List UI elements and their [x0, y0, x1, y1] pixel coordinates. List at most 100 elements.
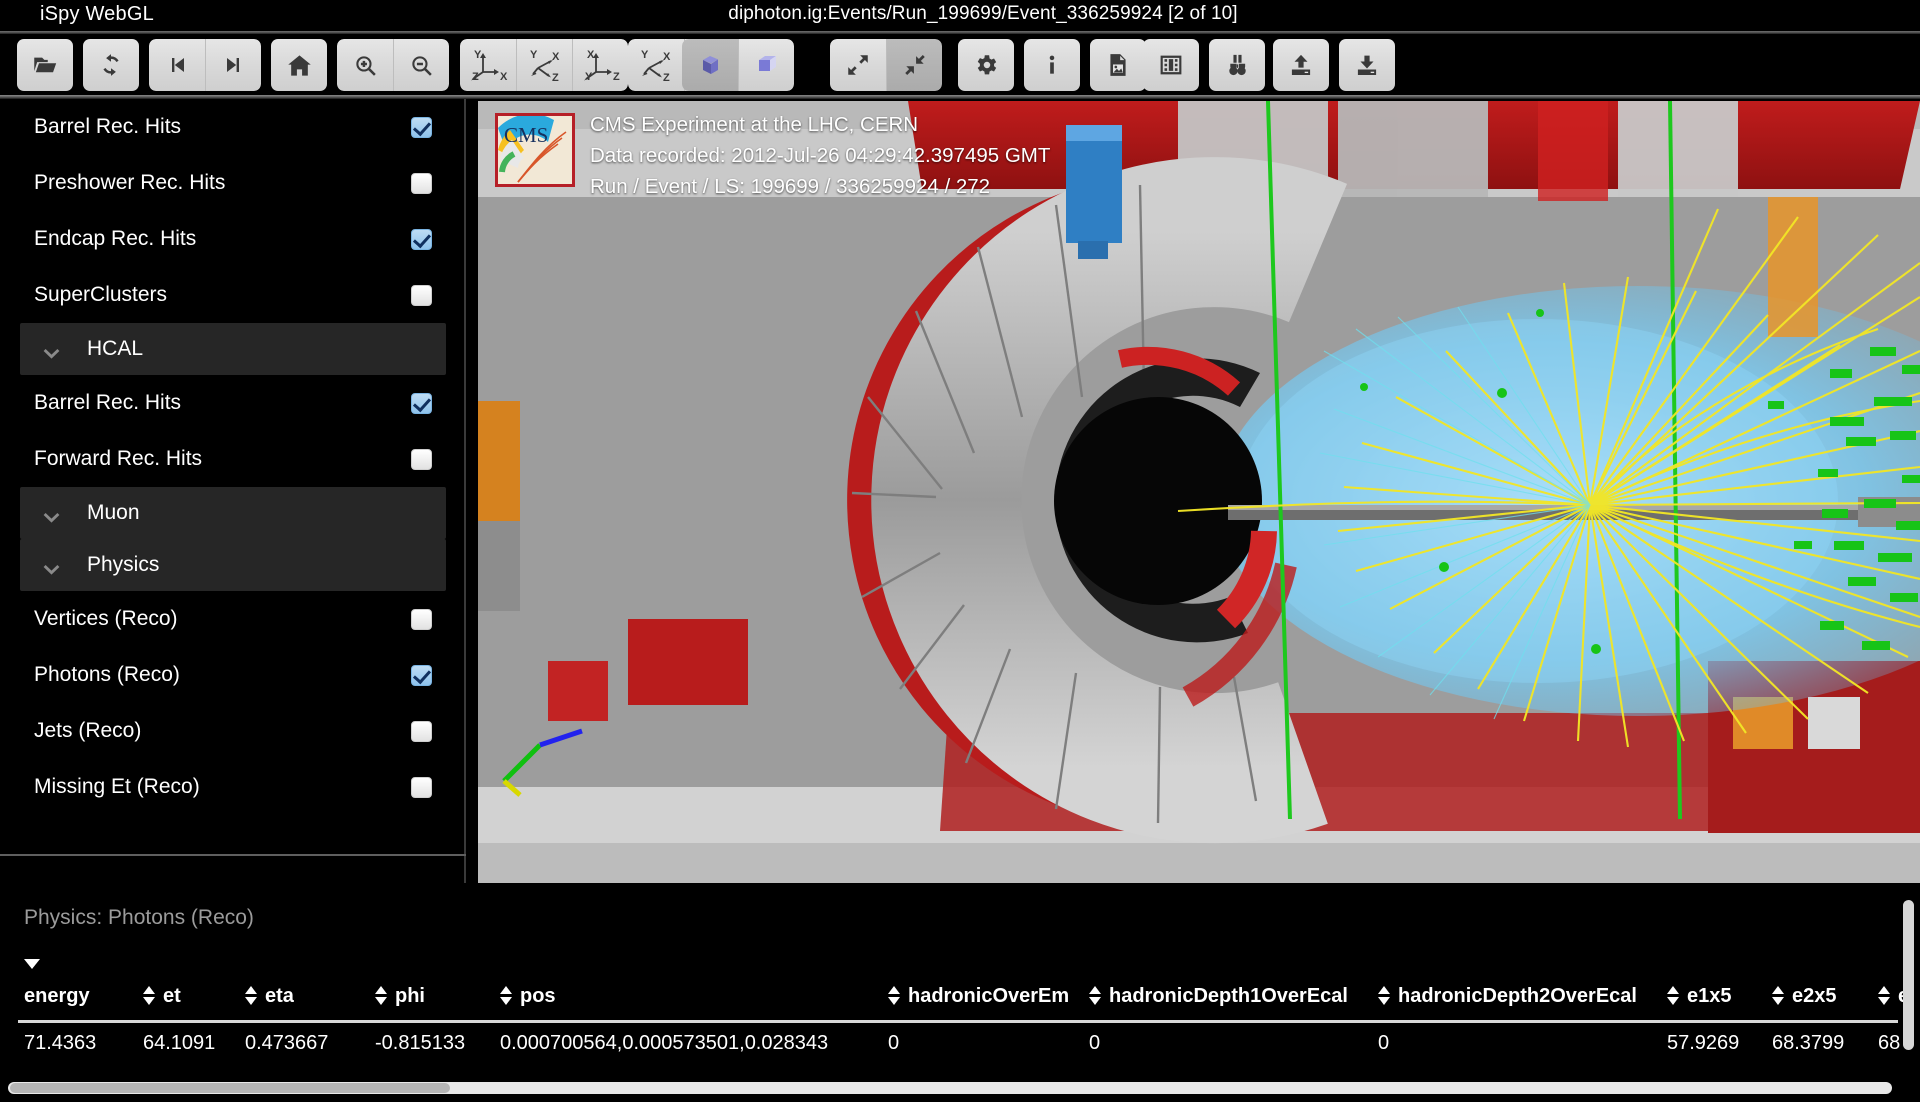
sidebar-item-superclusters[interactable]: SuperClusters [0, 267, 466, 323]
sidebar-item-checkbox[interactable] [411, 720, 432, 742]
column-header-hadronicdepth1overecal[interactable]: hadronicDepth1OverEcal [1089, 984, 1348, 1008]
column-header-phi[interactable]: phi [375, 984, 425, 1008]
sidebar-group-muon[interactable]: Muon [20, 487, 446, 539]
svg-text:X: X [552, 51, 560, 63]
sort-descending-icon[interactable] [24, 959, 40, 969]
info-button[interactable] [1024, 39, 1080, 91]
sidebar-item-checkbox[interactable] [411, 284, 432, 306]
sidebar-item-checkbox[interactable] [411, 116, 432, 138]
reload-button[interactable] [83, 39, 139, 91]
column-header-pos[interactable]: pos [500, 984, 556, 1008]
overlay-line-recorded: Data recorded: 2012-Jul-26 04:29:42.3974… [590, 144, 1051, 167]
column-header-e1x5[interactable]: e1x5 [1667, 984, 1732, 1008]
view-yxz-button[interactable]: Y X Z [516, 39, 572, 91]
perspective-view-button[interactable] [682, 39, 738, 91]
cell-hadronicdepth1overecal: 0 [1089, 1032, 1101, 1054]
title-bar: iSpy WebGL diphoton.ig:Events/Run_199699… [0, 0, 1920, 33]
sidebar-item-checkbox[interactable] [411, 776, 432, 798]
column-header-e2x5[interactable]: e2x5 [1772, 984, 1837, 1008]
svg-text:Y: Y [641, 49, 649, 61]
sidebar-item-missing-et-reco[interactable]: Missing Et (Reco) [0, 759, 466, 815]
upload-button[interactable] [1273, 39, 1329, 91]
column-header-hadronicdepth2overecal[interactable]: hadronicDepth2OverEcal [1378, 984, 1637, 1008]
axes-yxz-icon: Y X Z [521, 46, 569, 84]
previous-event-button[interactable] [149, 39, 205, 91]
svg-text:Y: Y [530, 49, 538, 61]
table-title: Physics: Photons (Reco) [24, 906, 254, 929]
view-xyz-button[interactable]: X Y Z [572, 39, 628, 91]
column-header-eta[interactable]: eta [245, 984, 294, 1008]
sort-toggle-icon[interactable] [1772, 984, 1785, 1008]
column-header-label: e1x5 [1687, 985, 1732, 1007]
sidebar-item-endcap-rec-hits[interactable]: Endcap Rec. Hits [0, 211, 466, 267]
table-vertical-scrollbar[interactable] [1903, 900, 1914, 1050]
sidebar-item-photons-reco[interactable]: Photons (Reco) [0, 647, 466, 703]
view-yzx-button[interactable]: Y Z X [460, 39, 516, 91]
expand-view-button[interactable] [830, 39, 886, 91]
zoom-out-button[interactable] [393, 39, 449, 91]
sort-toggle-icon[interactable] [1878, 984, 1891, 1008]
skip-previous-icon [165, 53, 189, 77]
view-yxz-alt-button[interactable]: Y X Z [628, 39, 684, 91]
upload-icon [1288, 52, 1314, 78]
find-button[interactable] [1209, 39, 1265, 91]
chevron-down-icon [42, 559, 61, 575]
sort-toggle-icon[interactable] [1667, 984, 1680, 1008]
download-icon [1354, 52, 1380, 78]
sidebar-item-barrel-rec-hits[interactable]: Barrel Rec. Hits [0, 375, 466, 431]
sort-toggle-icon[interactable] [245, 984, 258, 1008]
sort-toggle-icon[interactable] [500, 984, 513, 1008]
sidebar-item-checkbox[interactable] [411, 172, 432, 194]
column-header-hadronicoverem[interactable]: hadronicOverEm [888, 984, 1069, 1008]
home-icon [286, 52, 313, 79]
table-row[interactable]: 71.4363 64.1091 0.473667 -0.815133 0.0007005… [0, 1020, 1920, 1068]
zoom-in-button[interactable] [337, 39, 393, 91]
sidebar-item-checkbox[interactable] [411, 664, 432, 686]
cms-logo: CMS [495, 113, 575, 187]
sidebar-item-label: Barrel Rec. Hits [34, 391, 182, 414]
settings-button[interactable] [958, 39, 1014, 91]
sort-toggle-icon[interactable] [888, 984, 901, 1008]
collapse-view-button[interactable] [886, 39, 942, 91]
document-title: diphoton.ig:Events/Run_199699/Event_3362… [728, 3, 1238, 24]
save-image-button[interactable] [1090, 39, 1146, 91]
sidebar-group-label: HCAL [87, 337, 144, 360]
event-display-viewport[interactable]: CMS CMS Experiment at the LHC, CERN Data… [478, 101, 1920, 883]
sidebar-group-physics[interactable]: Physics [20, 539, 446, 591]
sidebar-item-barrel-rec-hits[interactable]: Barrel Rec. Hits [0, 99, 466, 155]
column-header-energy[interactable]: energy [24, 959, 90, 1008]
column-header-et[interactable]: et [143, 984, 181, 1008]
binoculars-icon [1224, 52, 1251, 79]
sort-toggle-icon[interactable] [1089, 984, 1102, 1008]
sidebar-item-checkbox[interactable] [411, 608, 432, 630]
orthographic-view-button[interactable] [738, 39, 794, 91]
cell-phi: -0.815133 [375, 1032, 466, 1054]
sidebar-item-vertices-reco[interactable]: Vertices (Reco) [0, 591, 466, 647]
sort-toggle-icon[interactable] [1378, 984, 1391, 1008]
sidebar-item-jets-reco[interactable]: Jets (Reco) [0, 703, 466, 759]
photons-table[interactable]: energy et eta phi pos hadronicOverEm hadronicD… [0, 942, 1920, 1072]
sidebar-item-checkbox[interactable] [411, 228, 432, 250]
sidebar-item-label: Preshower Rec. Hits [34, 171, 226, 194]
table-horizontal-scrollbar-thumb[interactable] [10, 1083, 450, 1093]
column-header-label: hadronicOverEm [908, 985, 1070, 1007]
event-overlay-text: CMS Experiment at the LHC, CERN Data rec… [590, 109, 1050, 202]
open-file-button[interactable] [17, 39, 73, 91]
sidebar-item-preshower-rec-hits[interactable]: Preshower Rec. Hits [0, 155, 466, 211]
download-button[interactable] [1339, 39, 1395, 91]
sidebar-item-forward-rec-hits[interactable]: Forward Rec. Hits [0, 431, 466, 487]
cell-e1x5: 57.9269 [1667, 1032, 1740, 1054]
sidebar-item-checkbox[interactable] [411, 392, 432, 414]
home-view-button[interactable] [271, 39, 327, 91]
record-movie-button[interactable] [1143, 39, 1199, 91]
cell-energy: 71.4363 [24, 1032, 97, 1054]
overlay-line-run-event: Run / Event / LS: 199699 / 336259924 / 2… [590, 175, 991, 198]
next-event-button[interactable] [205, 39, 261, 91]
sort-toggle-icon[interactable] [143, 984, 156, 1008]
object-tree-sidebar[interactable]: Barrel Rec. Hits Preshower Rec. Hits Endca… [0, 99, 466, 883]
sidebar-item-checkbox[interactable] [411, 448, 432, 470]
sort-toggle-icon[interactable] [375, 984, 388, 1008]
sidebar-group-hcal[interactable]: HCAL [20, 323, 446, 375]
svg-text:X: X [587, 49, 595, 61]
table-header-row[interactable]: energy et eta phi pos hadronicOverEm hadronicD… [0, 942, 1920, 1020]
